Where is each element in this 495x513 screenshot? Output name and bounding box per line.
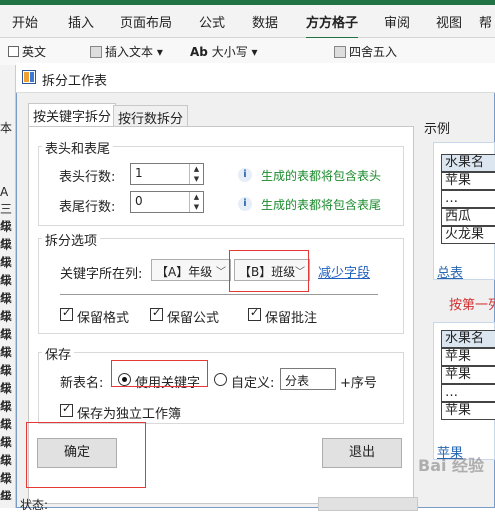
highlight-box-combo [229,250,309,292]
footer-hint: 生成的表都将包含表尾 [261,198,382,212]
header-footer-legend: 表头和表尾 [42,138,114,157]
tab-home[interactable]: 开始 [12,12,38,31]
keep-format-label: 保留格式 [77,311,130,326]
tab-split-by-rows[interactable]: 按行数拆分 [113,105,189,127]
tab-view[interactable]: 视图 [436,12,462,31]
header-rows-spinner[interactable]: 1 ▲ ▼ [130,163,204,185]
footer-rows-value: 0 [135,194,143,208]
dialog-app-icon [22,70,36,84]
chevron-down-icon: ﹀ [216,267,226,278]
footer-rows-label: 表尾行数: [59,200,116,215]
example-sheet-tab-total: 总表 [437,266,464,281]
info-icon: i [238,168,252,182]
example-cell: 苹果 [441,348,495,366]
row-values: 三级年级年级年级年级年级年级年级年级年级年级年级年级年级年级年级年级 [0,200,16,500]
example-cell: 西瓜 [441,208,495,226]
example-cell: … [441,190,495,208]
reduce-fields-link[interactable]: 减少字段 [318,262,370,281]
spin-down-icon[interactable]: ▼ [189,174,203,184]
custom-label: 自定义: [231,376,275,391]
highlight-box-ok [26,422,146,488]
example-header-cell: 水果名 [441,154,495,172]
save-as-workbook-checkbox[interactable] [60,402,73,417]
status-label: 状态: [20,498,49,512]
example-cell: 苹果 [441,172,495,190]
tab-page-layout[interactable]: 页面布局 [120,12,172,31]
keep-formula-label: 保留公式 [167,311,220,326]
footer-rows-spinner[interactable]: 0 ▲ ▼ [130,191,204,213]
ribbon-toolbar: 英文 插入文本 ▾ Ab 大小写 ▾ 四舍五入 [0,38,495,65]
example-label: 示例 [424,122,451,137]
tab-insert[interactable]: 插入 [68,12,94,31]
english-checkbox[interactable]: 英文 [8,43,46,60]
tab-split-by-keyword[interactable]: 按关键字拆分 [28,103,117,127]
key-column-label: 关键字所在列: [60,267,143,282]
case-button[interactable]: Ab 大小写 ▾ [190,43,258,60]
example-cell: 火龙果 [441,226,495,244]
keep-format-checkbox[interactable] [60,306,73,321]
round-icon [334,46,346,58]
ribbon-tab-bar: 开始 插入 页面布局 公式 数据 方方格子 审阅 视图 帮 [0,5,495,40]
save-legend: 保存 [42,344,75,363]
example-header-cell: 水果名 [441,330,495,348]
keep-comment-label: 保留批注 [265,311,318,326]
spin-up-icon[interactable]: ▲ [189,192,203,202]
custom-name-input[interactable]: 分表 [280,368,336,390]
row-value: 年级 [0,490,13,500]
dialog-title: 拆分工作表 [42,74,108,89]
round-button[interactable]: 四舍五入 [334,43,397,60]
new-name-label: 新表名: [60,376,104,391]
checkbox-icon [8,46,19,57]
insert-text-button[interactable]: 插入文本 ▾ [90,43,163,60]
status-bar-control [318,497,418,511]
info-icon: i [238,197,252,211]
header-rows-value: 1 [135,166,143,180]
tab-help[interactable]: 帮 [479,12,492,31]
insert-text-icon [90,46,102,58]
example-cell: 苹果 [441,366,495,384]
example-note: 按第一列 [449,298,495,313]
header-rows-label: 表头行数: [59,170,116,185]
options-divider [60,294,378,295]
split-options-legend: 拆分选项 [42,230,101,249]
example-cell: 苹果 [441,402,495,420]
tab-data[interactable]: 数据 [252,12,278,31]
watermark-logo: Bai 经验 [418,456,485,475]
spin-down-icon[interactable]: ▼ [189,202,203,212]
left-label: 本 [0,121,13,135]
column-a-header: A [0,185,9,199]
tab-formulas[interactable]: 公式 [199,12,225,31]
key-column-combo-1[interactable]: 【A】年级 ﹀ [151,259,231,281]
exit-button[interactable]: 退出 [322,438,402,468]
header-hint: 生成的表都将包含表头 [261,169,382,183]
tab-review[interactable]: 审阅 [384,12,410,31]
save-as-workbook-label: 保存为独立工作簿 [77,407,182,422]
sequence-suffix-label: +序号 [340,376,377,391]
highlight-box-keyword [111,360,208,387]
custom-radio[interactable] [214,373,227,386]
example-cell: … [441,384,495,402]
tab-fangfanggezi[interactable]: 方方格子 [306,12,359,40]
keep-comment-checkbox[interactable] [248,306,261,321]
keep-formula-checkbox[interactable] [150,306,163,321]
spin-up-icon[interactable]: ▲ [189,164,203,174]
